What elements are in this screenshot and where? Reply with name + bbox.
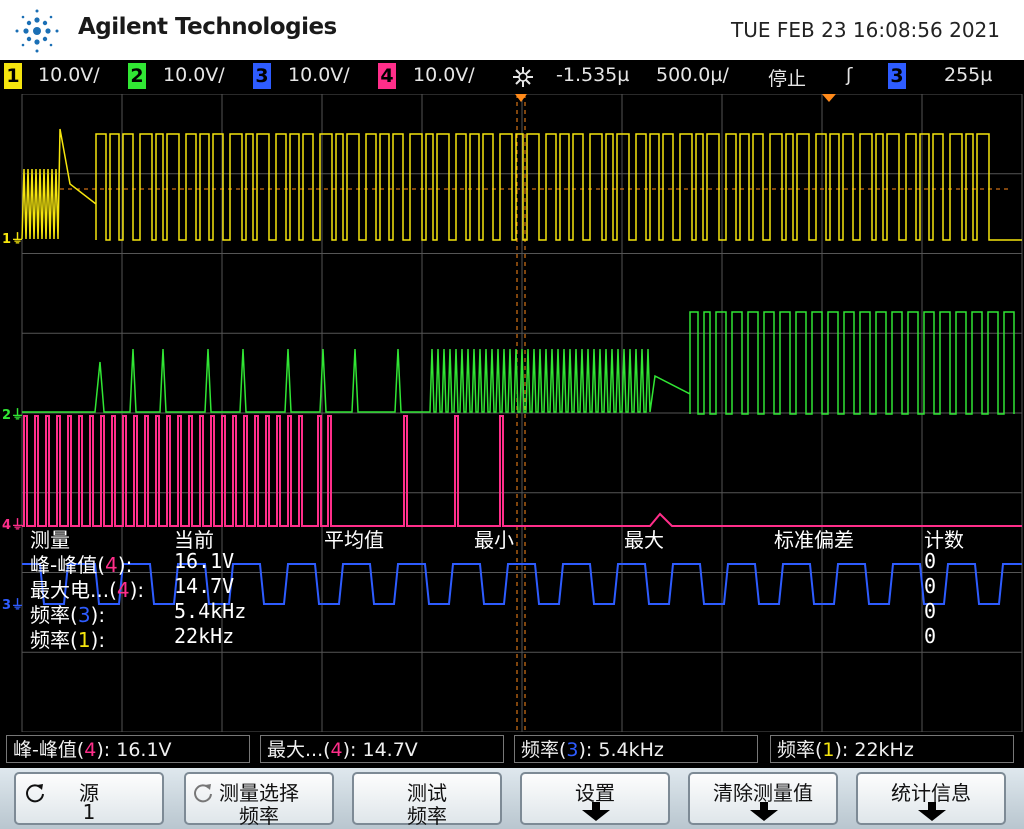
softkey-bar: 源 1 测量选择 频率 测试 频率 设置 清除测量值 统计信息: [0, 768, 1024, 829]
softkey-settings[interactable]: 设置: [520, 772, 670, 825]
measurement-status-bar: 峰-峰值(4): 16.1V 最大...(4): 14.7V 频率(3): 5.…: [0, 732, 1024, 768]
header-max: 最大: [624, 528, 664, 552]
ch3-indicator[interactable]: 3: [253, 63, 271, 89]
ch2-indicator[interactable]: 2: [128, 63, 146, 89]
ch4-scale: 10.0V/: [413, 64, 475, 86]
softkey-source[interactable]: 源 1: [14, 772, 164, 825]
meas-row-current: 22kHz: [174, 624, 235, 648]
trigger-level: 255µ: [944, 64, 993, 86]
delay-value: -1.535µ: [556, 64, 630, 86]
ch2-ground-marker[interactable]: 2⏚: [2, 404, 24, 423]
ch1-indicator[interactable]: 1: [4, 63, 22, 89]
softkey-value: 频率: [239, 804, 279, 828]
meas-row-count: 0: [924, 549, 937, 573]
softkey-clear-measurements[interactable]: 清除测量值: [688, 772, 838, 825]
meas-row-current: 16.1V: [174, 549, 235, 573]
header-bar: Agilent Technologies TUE FEB 23 16:08:56…: [0, 0, 1024, 60]
trigger-edge-icon: ʃ: [846, 64, 853, 86]
ch2-trace: [22, 311, 1015, 415]
date-time: TUE FEB 23 16:08:56 2021: [731, 18, 1000, 42]
meas-row-current: 5.4kHz: [174, 599, 247, 623]
ch3-scale: 10.0V/: [288, 64, 350, 86]
ch3-ground-marker[interactable]: 3⏚: [2, 594, 24, 613]
waveform-canvas: [21, 94, 1023, 732]
softkey-measure-select[interactable]: 测量选择 频率: [184, 772, 334, 828]
header-mean: 平均值: [324, 528, 384, 552]
ch1-scale: 10.0V/: [38, 64, 100, 86]
delay-knob-icon: [513, 67, 533, 87]
ch2-scale: 10.0V/: [163, 64, 225, 86]
waveform-display[interactable]: 1⏚ 2⏚ 3⏚ 4⏚ 测量 当前 平均值 最小 最大 标准偏差 计数 峰-峰值…: [0, 94, 1024, 732]
status-box-freq-ch3[interactable]: 频率(3): 5.4kHz: [514, 735, 758, 763]
meas-row-count: 0: [924, 599, 937, 623]
timebase-value: 500.0µ/: [656, 64, 729, 86]
down-arrow-icon: [918, 802, 946, 821]
meas-row-label: 频率(1):: [30, 628, 106, 652]
down-arrow-icon: [750, 802, 778, 821]
scale-status-bar: 1 10.0V/ 2 10.0V/ 3 10.0V/ 4 10.0V/ -1.5…: [0, 60, 1024, 94]
softkey-test[interactable]: 测试 频率: [352, 772, 502, 828]
agilent-spark-logo-icon: [15, 9, 59, 53]
ch4-ground-marker[interactable]: 4⏚: [2, 514, 24, 533]
header-std: 标准偏差: [774, 528, 854, 552]
softkey-value: 频率: [407, 804, 447, 828]
down-arrow-icon: [582, 802, 610, 821]
brand-name: Agilent Technologies: [78, 14, 337, 40]
softkey-value: 1: [82, 800, 96, 824]
meas-row-count: 0: [924, 574, 937, 598]
status-box-pkpk[interactable]: 峰-峰值(4): 16.1V: [6, 735, 250, 763]
softkey-statistics[interactable]: 统计信息: [856, 772, 1006, 825]
ch4-indicator[interactable]: 4: [378, 63, 396, 89]
status-box-freq-ch1[interactable]: 频率(1): 22kHz: [770, 735, 1014, 763]
ch1-ground-marker[interactable]: 1⏚: [2, 228, 24, 247]
status-box-max[interactable]: 最大...(4): 14.7V: [260, 735, 504, 763]
trigger-source[interactable]: 3: [888, 63, 906, 89]
meas-row-current: 14.7V: [174, 574, 235, 598]
header-min: 最小: [474, 528, 514, 552]
run-state: 停止: [768, 68, 807, 90]
meas-row-count: 0: [924, 624, 937, 648]
